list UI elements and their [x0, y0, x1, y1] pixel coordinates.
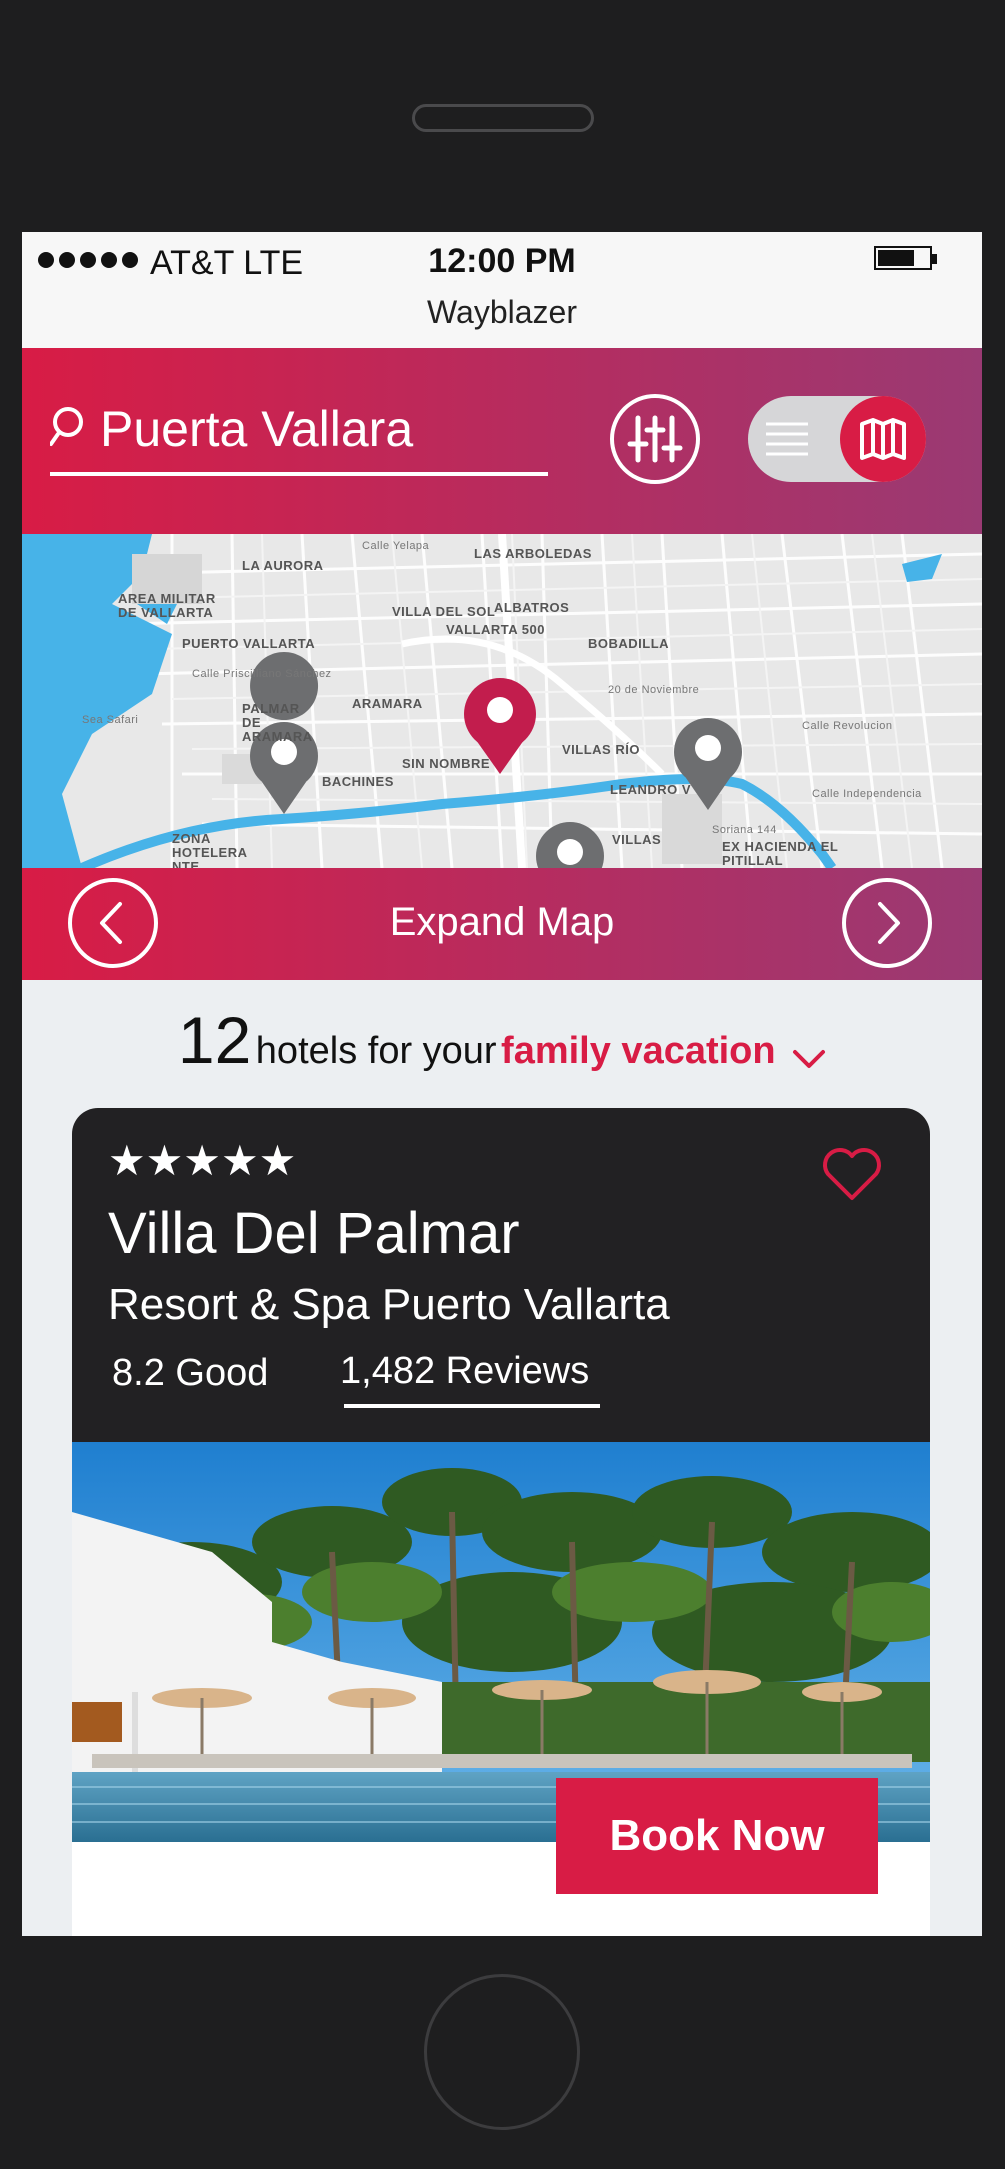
home-button[interactable] — [424, 1974, 580, 2130]
map-label: LA AURORA — [242, 558, 324, 573]
view-toggle[interactable] — [748, 396, 926, 482]
map-street-label: Calle Revolucion — [802, 720, 893, 732]
expand-map-button[interactable]: Expand Map — [22, 900, 982, 945]
map-label: SIN NOMBRE — [402, 756, 491, 771]
map-label: AREA MILITAR DE VALLARTA — [118, 591, 216, 620]
map-label: LEANDRO V — [610, 782, 692, 797]
map-label: BACHINES — [322, 774, 394, 789]
search-header: Puerta Vallara — [22, 348, 982, 534]
map-label: Soriana 144 — [712, 824, 777, 836]
map-label: ALBATROS — [494, 600, 570, 615]
next-button[interactable] — [842, 878, 932, 968]
sliders-icon — [627, 415, 683, 463]
hotel-subtitle: Resort & Spa Puerto Vallarta — [108, 1280, 670, 1329]
map-label: ZONA HOTELERA NTE. — [172, 831, 248, 869]
hotel-card-header: ★★★★★ Villa Del Palmar Resort & Spa Puer… — [72, 1108, 930, 1442]
map-label: VILLAS — [612, 832, 662, 847]
trip-type-dropdown[interactable]: family vacation — [501, 1030, 776, 1072]
map-street-label: Calle Yelapa — [362, 540, 430, 552]
list-icon[interactable] — [764, 418, 810, 460]
map-view[interactable]: LA AURORA LAS ARBOLEDAS AREA MILITAR DE … — [22, 534, 982, 868]
map-label: PUERTO VALLARTA — [182, 636, 316, 651]
map-street-label: Calle Priscilliano Sánchez — [192, 668, 332, 680]
map-label: VILLAS RÍO — [562, 742, 640, 757]
phone-frame: AT&T LTE 12:00 PM Wayblazer Puerta Valla… — [0, 0, 1005, 2169]
results-heading: 12 hotels for your family vacation — [22, 1002, 982, 1092]
status-bar: AT&T LTE 12:00 PM Wayblazer — [22, 232, 982, 348]
hotel-card[interactable]: ★★★★★ Villa Del Palmar Resort & Spa Puer… — [72, 1108, 930, 1936]
search-icon — [50, 407, 83, 446]
map-label: EX HACIENDA EL PITILLAL — [722, 839, 839, 868]
search-input[interactable]: Puerta Vallara — [100, 400, 413, 458]
map-graphic — [22, 534, 982, 868]
star-rating: ★★★★★ — [108, 1137, 297, 1184]
app-screen: AT&T LTE 12:00 PM Wayblazer Puerta Valla… — [22, 232, 982, 1936]
map-label: VALLARTA 500 — [446, 622, 545, 637]
map-icon — [860, 418, 906, 460]
results-count: 12 — [177, 1003, 252, 1077]
book-now-button[interactable]: Book Now — [556, 1778, 878, 1894]
map-street-label: 20 de Noviembre — [608, 684, 700, 696]
map-label: ARAMARA — [352, 696, 423, 711]
map-label: Sea Safari — [82, 714, 139, 726]
map-label: LAS ARBOLEDAS — [474, 546, 592, 561]
map-label: PALMAR DE ARAMARA — [242, 701, 313, 744]
phone-speaker — [412, 104, 594, 132]
expand-map-bar: Expand Map — [22, 868, 982, 980]
hotel-rating: 8.2 Good — [112, 1352, 269, 1394]
chevron-down-icon[interactable] — [792, 1048, 826, 1070]
results-text: hotels for your — [255, 1030, 497, 1072]
reviews-link[interactable]: 1,482 Reviews — [340, 1350, 589, 1393]
reviews-underline — [344, 1404, 600, 1408]
map-street-label: Calle Independencia — [812, 788, 922, 800]
battery-icon — [874, 246, 937, 270]
heart-icon[interactable] — [820, 1144, 884, 1204]
clock: 12:00 PM — [428, 242, 576, 280]
map-label: VILLA DEL SOL — [392, 604, 496, 619]
search-underline — [50, 472, 548, 476]
filter-button[interactable] — [610, 394, 700, 484]
app-title: Wayblazer — [427, 294, 577, 330]
map-view-button[interactable] — [840, 396, 926, 482]
chevron-right-icon — [878, 902, 900, 944]
hotel-name[interactable]: Villa Del Palmar — [108, 1200, 520, 1267]
map-label: BOBADILLA — [588, 636, 670, 651]
